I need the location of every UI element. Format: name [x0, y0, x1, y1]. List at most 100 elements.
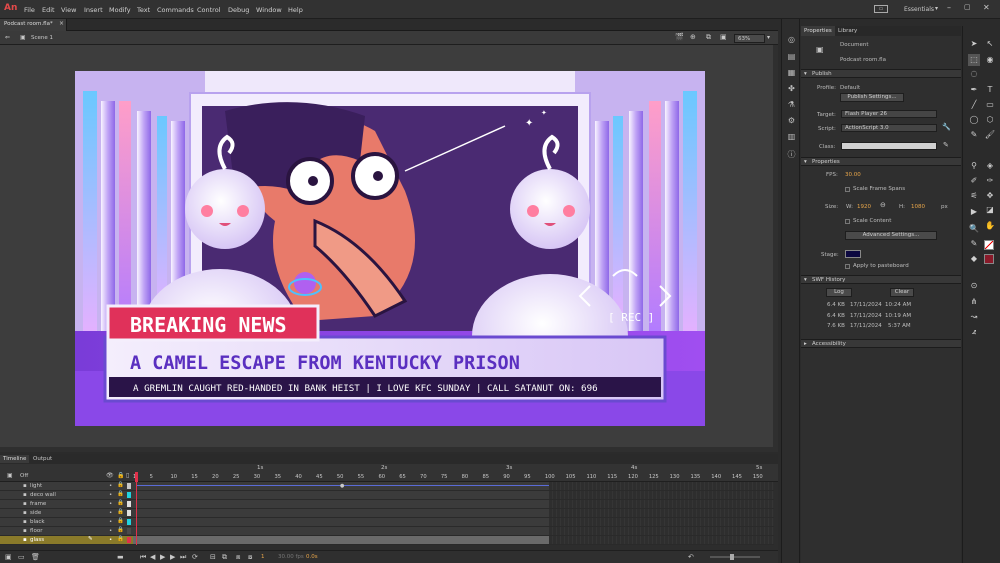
paint-bucket-icon[interactable]: ◈	[984, 160, 996, 172]
frame-span[interactable]	[133, 536, 549, 545]
transform-icon[interactable]: ▥	[787, 132, 796, 141]
fill-color-icon[interactable]: ◆	[968, 253, 980, 265]
bone-tool-icon[interactable]: ⚲	[968, 160, 980, 172]
subselection-tool-icon[interactable]: ↖	[984, 38, 996, 50]
workspace-switcher[interactable]: Essentials	[904, 6, 934, 13]
asset-warp-icon[interactable]: ✥	[984, 190, 996, 202]
menu-control[interactable]: Control	[197, 6, 221, 14]
eyedropper-icon[interactable]: ✑	[984, 175, 996, 187]
layer-lock-icon[interactable]: 🔒	[117, 482, 124, 488]
outline-swatch[interactable]	[127, 537, 131, 543]
ink-bottle-icon[interactable]: ✐	[968, 175, 980, 187]
color-icon[interactable]: ▦	[787, 68, 796, 77]
publish-settings-button[interactable]: Publish Settings...	[840, 93, 904, 102]
frame-span[interactable]	[133, 500, 549, 509]
stroke-swatch[interactable]	[984, 240, 994, 250]
timeline-zoom-slider[interactable]	[710, 556, 760, 558]
camera-tool-icon[interactable]: ▶	[968, 206, 980, 218]
visible-dot[interactable]: •	[109, 528, 112, 534]
layer-row-black[interactable]: ▪ black • 🔒	[0, 518, 133, 527]
layer-row-deco-wall[interactable]: ▪ deco wall • 🔒	[0, 491, 133, 500]
tab-properties[interactable]: Properties	[801, 26, 835, 36]
smooth-icon[interactable]: ↝	[968, 311, 980, 323]
height-value[interactable]: 1080	[911, 204, 925, 210]
swf-history-section-header[interactable]: ▾ SWF History	[801, 275, 961, 284]
tab-timeline[interactable]: Timeline	[0, 455, 30, 463]
empty-frames[interactable]	[549, 536, 774, 545]
keyframe[interactable]: ●	[340, 483, 344, 489]
timeline-zoom-handle[interactable]	[730, 554, 734, 560]
edit-class-icon[interactable]: ✎	[943, 141, 949, 149]
last-frame-icon[interactable]: ⏭	[180, 553, 186, 562]
frame-ruler[interactable]: 1510152025303540455055606570758085909510…	[0, 473, 778, 482]
loop-icon[interactable]: ⟳	[192, 553, 198, 561]
stage-canvas[interactable]: ✦ ✦ [ REC ] BREAKING NEWS A CAMEL ESCAPE…	[75, 71, 705, 426]
wrench-icon[interactable]: 🔧	[942, 123, 951, 131]
zoom-tool-icon[interactable]: 🔍	[968, 223, 980, 235]
pen-tool-icon[interactable]: ✒	[968, 84, 980, 96]
oval-tool-icon[interactable]: ◯	[968, 114, 980, 126]
vertical-scrollbar[interactable]	[773, 45, 778, 452]
current-frame[interactable]: 1	[261, 554, 265, 560]
script-select[interactable]: ActionScript 3.0	[841, 124, 937, 132]
visible-dot[interactable]: •	[109, 519, 112, 525]
onion-skin-icon[interactable]: ⧉	[222, 553, 227, 562]
empty-frames[interactable]	[549, 518, 774, 527]
layer-row-frame[interactable]: ▪ frame • 🔒	[0, 500, 133, 509]
visible-dot[interactable]: •	[109, 492, 112, 498]
motion-icon[interactable]: ✤	[787, 84, 796, 93]
text-tool-icon[interactable]: T	[984, 84, 996, 96]
menu-debug[interactable]: Debug	[228, 6, 249, 14]
clip-icon[interactable]: ▣	[720, 33, 727, 41]
layer-lock-icon[interactable]: 🔒	[117, 491, 124, 497]
outline-swatch[interactable]	[127, 501, 131, 507]
stage-color-swatch[interactable]	[845, 250, 861, 258]
visible-dot[interactable]: •	[109, 501, 112, 507]
menu-file[interactable]: File	[24, 6, 35, 14]
layer-lock-icon[interactable]: 🔒	[117, 509, 124, 515]
advanced-settings-button[interactable]: Advanced Settings...	[845, 231, 937, 240]
info-icon[interactable]: ⓘ	[787, 150, 796, 159]
log-button[interactable]: Log	[826, 288, 852, 297]
empty-frames[interactable]	[549, 482, 774, 491]
next-frame-icon[interactable]: ▶	[170, 553, 175, 561]
tab-output[interactable]: Output	[30, 455, 55, 463]
back-arrow-icon[interactable]: ⇐	[5, 34, 10, 41]
play-icon[interactable]: ▶	[160, 553, 165, 561]
eraser-icon[interactable]: ◪	[984, 204, 996, 216]
empty-frames[interactable]	[549, 500, 774, 509]
stroke-color-icon[interactable]: ✎	[968, 238, 980, 250]
frame-span[interactable]: ●	[133, 482, 549, 491]
align-icon[interactable]: ⚙	[787, 116, 796, 125]
menu-window[interactable]: Window	[256, 6, 282, 14]
workspace-dropdown-icon[interactable]: ▾	[935, 5, 938, 12]
frame-span[interactable]	[133, 491, 549, 500]
frame-rate[interactable]: 30.00 fps	[278, 554, 304, 560]
line-tool-icon[interactable]: ╱	[968, 99, 980, 111]
maximize-icon[interactable]: ▢	[964, 3, 971, 11]
brush-tool-icon[interactable]: 🖌	[984, 129, 996, 141]
new-folder-icon[interactable]: ▭	[18, 553, 25, 561]
layer-lock-icon[interactable]: 🔒	[117, 518, 124, 524]
edit-pencil-icon[interactable]: ✎	[88, 536, 93, 542]
outline-swatch[interactable]	[127, 519, 131, 525]
frame-span[interactable]	[133, 527, 549, 536]
elapsed-time[interactable]: 0.0s	[306, 554, 318, 560]
empty-frames[interactable]	[549, 527, 774, 536]
scale-spans-checkbox[interactable]	[845, 187, 850, 192]
rectangle-tool-icon[interactable]: ▭	[984, 99, 996, 111]
scale-content-checkbox[interactable]	[845, 219, 850, 224]
accessibility-section-header[interactable]: ▸ Accessibility	[801, 339, 961, 348]
onion-outline-icon[interactable]: ⧈	[236, 553, 240, 562]
link-icon[interactable]: ⊖	[880, 201, 886, 209]
fps-value[interactable]: 30.00	[845, 172, 861, 178]
document-tab[interactable]: Podcast room.fla* ×	[0, 19, 67, 31]
close-icon[interactable]: ✕	[983, 3, 990, 12]
lasso-icon[interactable]: ◌	[968, 68, 980, 80]
zoom-dropdown-icon[interactable]: ▾	[767, 34, 770, 41]
straighten-icon[interactable]: ⦨	[968, 326, 980, 338]
layer-row-light[interactable]: ▪ light • 🔒	[0, 482, 133, 491]
swatches-icon[interactable]: ⚗	[787, 100, 796, 109]
clapper-icon[interactable]: 🎬	[675, 33, 684, 41]
properties-section-header[interactable]: ▾ Properties	[801, 157, 961, 166]
